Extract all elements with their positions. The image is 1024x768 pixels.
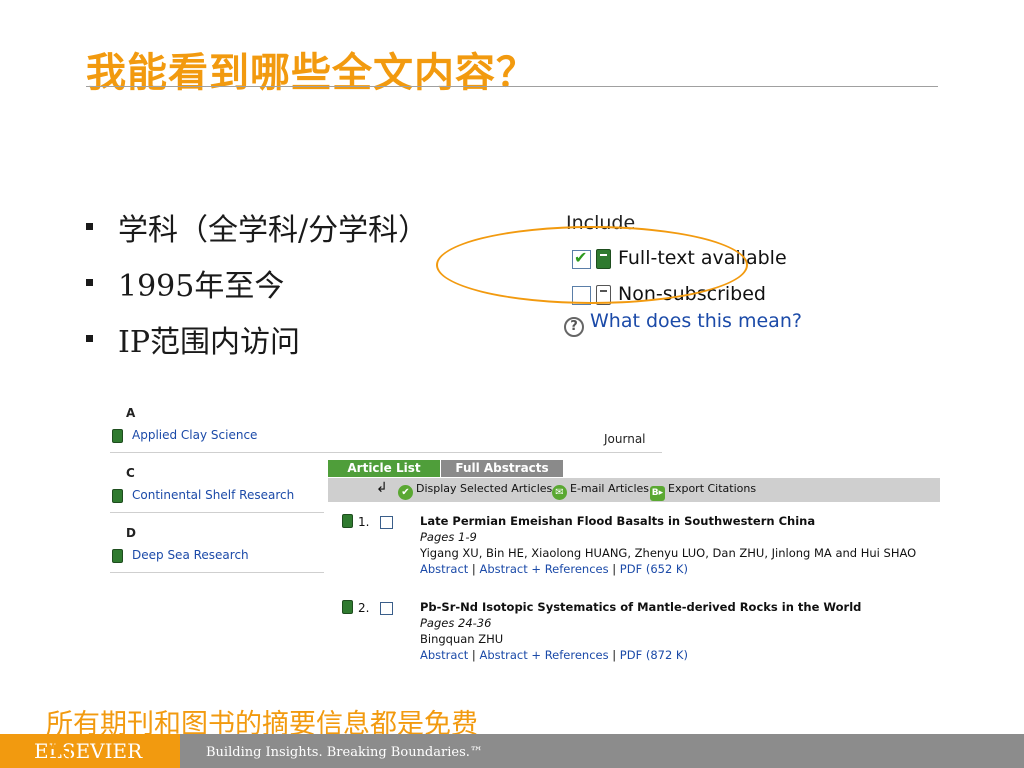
abstract-references-link[interactable]: Abstract + References [479,648,608,662]
tab-full-abstracts[interactable]: Full Abstracts [441,460,563,477]
article-links: Abstract | Abstract + References | PDF (… [420,648,688,662]
bullet-marker-icon [86,223,93,230]
article-pages: Pages 1-9 [420,530,477,544]
question-icon: ? [564,317,584,337]
section-letter: C [126,466,135,480]
article-number: 2. [358,601,370,615]
pdf-link[interactable]: PDF (652 K) [620,562,688,576]
export-citations-button[interactable]: B▸ Export Citations [650,482,756,501]
pdf-link[interactable]: PDF (872 K) [620,648,688,662]
email-articles-button[interactable]: ✉ E-mail Articles [552,482,649,500]
footnote-text-continued: 的 [46,742,73,768]
select-arrow-icon: ↲ [376,480,388,496]
green-book-icon [112,429,123,443]
article-authors: Yigang XU, Bin HE, Xiaolong HUANG, Zheny… [420,546,917,560]
article-title[interactable]: Late Permian Emeishan Flood Basalts in S… [420,514,815,528]
article-checkbox[interactable] [380,516,393,529]
abstract-link[interactable]: Abstract [420,562,468,576]
article-authors: Bingquan ZHU [420,632,504,646]
bullet-marker-icon [86,335,93,342]
article-title[interactable]: Pb-Sr-Nd Isotopic Systematics of Mantle-… [420,600,861,614]
bullet-text: IP范围内访问 [118,325,301,360]
green-book-icon [112,549,123,563]
section-letter: A [126,406,136,420]
title-divider [86,86,938,87]
article-pages: Pages 24-36 [420,616,492,630]
section-divider [110,512,324,513]
check-icon: ✔ [398,485,413,500]
bullet-text: 1995年至今 [118,269,285,304]
slide-title: 我能看到哪些全文内容？ [86,49,537,96]
email-articles-label: E-mail Articles [570,482,650,495]
article-links: Abstract | Abstract + References | PDF (… [420,562,688,576]
results-toolbar: ↲ ✔ Display Selected Articles ✉ E-mail Art… [328,478,940,502]
highlight-ellipse [436,226,748,304]
green-book-icon [342,600,353,614]
green-book-icon [342,514,353,528]
export-icon: B▸ [650,486,665,501]
help-link[interactable]: ? What does this mean? [564,310,802,337]
display-selected-label: Display Selected Articles [416,482,553,495]
section-divider [110,572,324,573]
section-divider [110,452,662,453]
bullet-marker-icon [86,279,93,286]
journal-link[interactable]: Applied Clay Science [132,428,257,442]
section-letter: D [126,526,136,540]
bullet-text: 学科（全学科/分学科） [118,213,429,248]
abstract-link[interactable]: Abstract [420,648,468,662]
help-link-text[interactable]: What does this mean? [590,310,802,332]
footer-bar: ELSEVIER Building Insights. Breaking Bou… [0,734,1024,768]
envelope-icon: ✉ [552,485,567,500]
display-selected-button[interactable]: ✔ Display Selected Articles [398,482,552,500]
footer-tagline: Building Insights. Breaking Boundaries.™ [206,745,483,760]
article-checkbox[interactable] [380,602,393,615]
article-number: 1. [358,515,370,529]
green-book-icon [112,489,123,503]
tab-article-list[interactable]: Article List [328,460,440,477]
export-citations-label: Export Citations [668,482,757,495]
journal-link[interactable]: Continental Shelf Research [132,488,294,502]
journal-link[interactable]: Deep Sea Research [132,548,249,562]
abstract-references-link[interactable]: Abstract + References [479,562,608,576]
journal-type: Journal [604,432,646,446]
